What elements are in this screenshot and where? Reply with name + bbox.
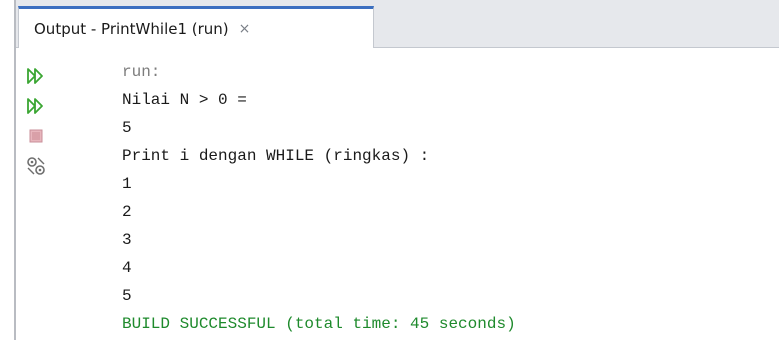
console-line: 5 [122,287,132,305]
console-line: 1 [122,175,132,193]
console-line: 5 [122,119,132,137]
console-output: run: Nilai N > 0 = 5 Print i dengan WHIL… [122,58,772,338]
output-toolbar [16,48,76,340]
tab-output[interactable]: Output - PrintWhile1 (run) × [18,6,374,48]
rerun-icon [27,68,43,84]
close-icon[interactable]: × [239,21,251,37]
tab-bar: Output - PrintWhile1 (run) × [16,0,779,48]
console-line: Print i dengan WHILE (ringkas) : [122,147,430,165]
stop-button[interactable] [24,124,48,148]
console-line: 2 [122,203,132,221]
console-line: 3 [122,231,132,249]
stop-icon [29,129,43,143]
settings-icon [27,157,45,175]
tab-output-label: Output - PrintWhile1 (run) [34,19,229,38]
output-window: Output - PrintWhile1 (run) × run: Nilai … [0,0,779,340]
console-line: run: [122,63,161,81]
settings-button[interactable] [24,154,48,178]
rerun-with-options-button[interactable] [24,94,48,118]
console-line: 4 [122,259,132,277]
build-status-line: BUILD SUCCESSFUL (total time: 45 seconds… [122,315,516,333]
rerun-button[interactable] [24,64,48,88]
console-line: Nilai N > 0 = [122,91,247,109]
rerun-with-options-icon [27,98,43,114]
